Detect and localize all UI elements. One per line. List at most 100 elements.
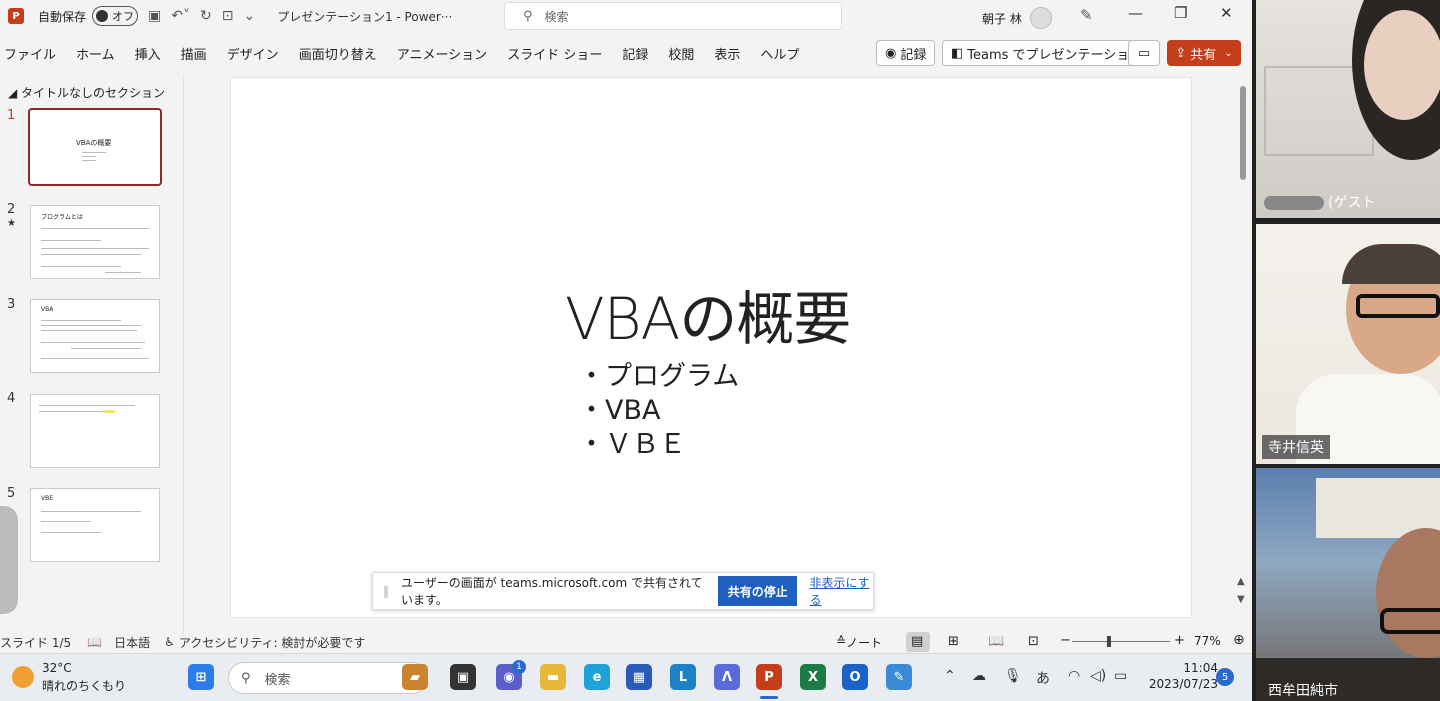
clock[interactable]: 11:04 2023/07/23	[1138, 660, 1218, 692]
scroll-up-icon[interactable]: ▲	[1237, 576, 1245, 587]
thumb-title: VBE	[41, 495, 54, 502]
hide-notice-link[interactable]: 非表示にする	[809, 574, 873, 608]
record-button[interactable]: ◉ 記録	[876, 40, 936, 66]
record-label: 記録	[900, 47, 927, 63]
app-pen-icon[interactable]: ✎	[886, 664, 912, 690]
tab-file[interactable]: ファイル	[0, 44, 66, 63]
spellcheck-icon[interactable]: 📖	[87, 635, 102, 649]
search-placeholder: 検索	[544, 9, 569, 24]
redo-icon[interactable]: ↻	[200, 8, 212, 24]
tab-home[interactable]: ホーム	[66, 44, 125, 63]
thumb-line	[82, 152, 106, 153]
pen-icon[interactable]: ✎	[1080, 6, 1093, 24]
teams-present-button[interactable]: ◧ Teams でプレゼンテーション	[942, 40, 1152, 66]
present-icon[interactable]: ⊡	[222, 8, 234, 24]
minimize-icon[interactable]: —	[1128, 4, 1143, 22]
slide-thumbnail-1[interactable]: VBAの概要	[28, 108, 162, 186]
reading-view-icon[interactable]: 📖	[988, 634, 1004, 649]
share-button[interactable]: ⇪ 共有 ⌄	[1167, 40, 1241, 66]
side-overlay-handle[interactable]	[0, 506, 18, 614]
weather-text[interactable]: 晴れのちくもり	[42, 677, 126, 694]
slide-bullet: ・プログラム	[578, 361, 740, 392]
ime-indicator[interactable]: あ	[1036, 668, 1050, 688]
zoom-slider-thumb[interactable]	[1107, 636, 1111, 647]
participant-tile-3[interactable]: 西牟田純市	[1256, 468, 1440, 701]
taskbar-search[interactable]: ⚲ 検索	[228, 662, 428, 694]
powerpoint-taskbar-icon[interactable]: P	[756, 664, 782, 690]
tab-review[interactable]: 校閲	[658, 44, 704, 63]
excel-icon[interactable]: X	[800, 664, 826, 690]
task-view-icon[interactable]: ▣	[450, 664, 476, 690]
notes-button[interactable]: ≙ ノート	[836, 634, 882, 651]
zoom-slider[interactable]	[1072, 641, 1170, 642]
customize-qat-icon[interactable]: ⌄	[243, 8, 255, 24]
notification-badge[interactable]: 5	[1216, 668, 1234, 686]
pane-divider[interactable]	[183, 74, 184, 634]
close-icon[interactable]: ✕	[1220, 4, 1233, 22]
onedrive-icon[interactable]: ☁	[972, 668, 986, 684]
tab-record[interactable]: 記録	[612, 44, 658, 63]
temperature[interactable]: 32°C	[42, 661, 72, 675]
tab-draw[interactable]: 描画	[171, 44, 217, 63]
app-l-icon[interactable]: L	[670, 664, 696, 690]
store-icon[interactable]: ▦	[626, 664, 652, 690]
thumb-line	[41, 511, 141, 512]
weather-icon	[12, 666, 34, 688]
start-icon[interactable]: ⊞	[188, 664, 214, 690]
slideshow-view-icon[interactable]: ⊡	[1028, 634, 1039, 649]
zoom-level[interactable]: 77%	[1194, 634, 1221, 648]
slide-thumbnail-2[interactable]: プログラムとは	[30, 205, 160, 279]
participant-tile-2[interactable]: 寺井信英	[1256, 224, 1440, 464]
comment-icon: ▭	[1137, 45, 1151, 61]
user-account[interactable]: 朝子 林	[982, 7, 1052, 29]
scroll-down-icon[interactable]: ▼	[1237, 594, 1245, 605]
edge-icon[interactable]: e	[584, 664, 610, 690]
taskbar: 32°C 晴れのちくもり ⊞ ⚲ 検索 ▰ ▣ ◉ 1 ▬ e ▦ L Λ P …	[0, 653, 1252, 701]
tab-view[interactable]: 表示	[704, 44, 750, 63]
autosave-toggle[interactable]: オフ	[92, 6, 139, 26]
tab-transitions[interactable]: 画面切り替え	[289, 44, 387, 63]
slide-thumbnail-3[interactable]: VBA	[30, 299, 160, 373]
app-a-icon[interactable]: Λ	[714, 664, 740, 690]
volume-icon[interactable]: ◁)	[1090, 668, 1106, 684]
search-icon: ⚲	[523, 8, 533, 24]
slide-bullet-list[interactable]: ・プログラム ・VBA ・ＶＢＥ	[578, 360, 739, 462]
tab-help[interactable]: ヘルプ	[750, 44, 809, 63]
scrollbar-thumb[interactable]	[1240, 86, 1246, 180]
battery-icon[interactable]: ▭	[1114, 668, 1127, 684]
powerpoint-logo-icon: P	[8, 8, 24, 24]
tab-slideshow[interactable]: スライド ショー	[497, 44, 612, 63]
search-input[interactable]: ⚲ 検索	[504, 2, 842, 30]
section-title[interactable]: ◢ タイトルなしのセクション	[8, 84, 165, 101]
slide-thumbnail-5[interactable]: VBE	[30, 488, 160, 562]
zoom-in-icon[interactable]: +	[1174, 633, 1185, 648]
teams-icon: ◧	[951, 45, 964, 61]
wifi-icon[interactable]: ◠	[1068, 668, 1080, 684]
comments-button[interactable]: ▭	[1128, 40, 1160, 66]
tab-design[interactable]: デザイン	[217, 44, 289, 63]
language-indicator[interactable]: 日本語	[114, 634, 150, 651]
normal-view-icon: ▤	[911, 634, 924, 649]
microphone-icon[interactable]: 🎙	[1004, 668, 1022, 684]
slide-sorter-icon[interactable]: ⊞	[948, 634, 959, 649]
zoom-out-icon[interactable]: −	[1060, 633, 1071, 648]
clock-time: 11:04	[1183, 661, 1218, 675]
save-icon[interactable]: ▣	[148, 8, 161, 24]
stop-sharing-button[interactable]: 共有の停止	[718, 576, 798, 606]
tray-chevron-up-icon[interactable]: ⌃	[944, 668, 956, 684]
participant-tile-1[interactable]: (ゲスト	[1256, 0, 1440, 218]
briefcase-icon[interactable]: ▰	[402, 664, 428, 690]
tab-animations[interactable]: アニメーション	[387, 44, 497, 63]
outlook-icon[interactable]: O	[842, 664, 868, 690]
collapse-icon: ◢	[8, 86, 22, 100]
accessibility-status[interactable]: アクセシビリティ: 検討が必要です	[179, 634, 366, 651]
file-explorer-icon[interactable]: ▬	[540, 664, 566, 690]
drag-handle-icon[interactable]: ‖	[383, 584, 389, 598]
fit-to-window-icon[interactable]: ⊕	[1233, 632, 1245, 648]
tab-insert[interactable]: 挿入	[125, 44, 171, 63]
thumb-number: 5	[7, 486, 16, 501]
restore-icon[interactable]: ❐	[1174, 4, 1187, 22]
undo-icon[interactable]: ↶˅	[171, 8, 190, 24]
slide-title[interactable]: VBAの概要	[565, 272, 851, 356]
slide-thumbnail-4[interactable]	[30, 394, 160, 468]
